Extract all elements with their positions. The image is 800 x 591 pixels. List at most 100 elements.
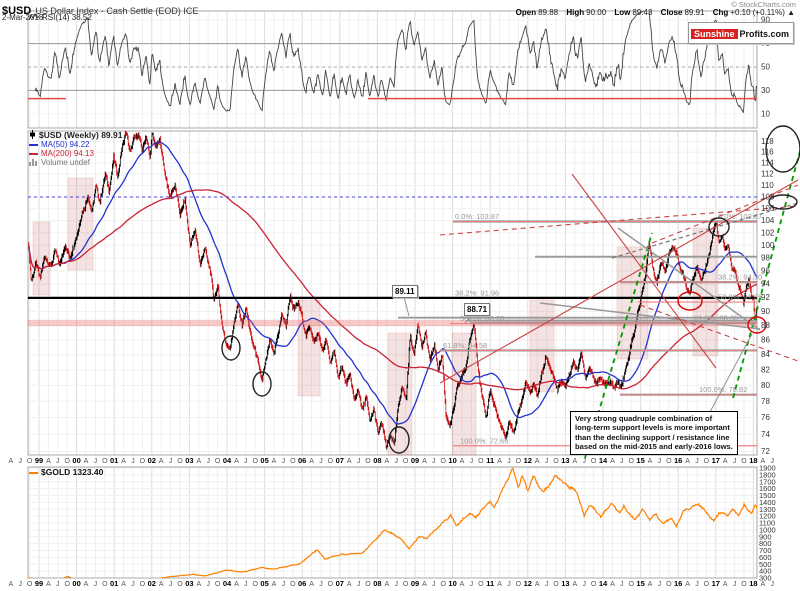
svg-text:102: 102: [761, 228, 775, 237]
svg-text:J: J: [695, 581, 699, 588]
ma50-legend: MA(50) 94.22: [29, 140, 89, 149]
svg-text:J: J: [56, 458, 60, 465]
svg-text:17: 17: [712, 579, 720, 588]
svg-text:O: O: [704, 458, 710, 465]
svg-text:99: 99: [35, 579, 43, 588]
svg-text:J: J: [56, 581, 60, 588]
svg-text:J: J: [94, 458, 98, 465]
svg-text:05: 05: [260, 579, 268, 588]
svg-text:J: J: [695, 458, 699, 465]
svg-text:J: J: [770, 581, 774, 588]
svg-text:10: 10: [761, 109, 770, 118]
volume-icon: [29, 158, 38, 168]
ma200-line-icon: [29, 153, 38, 155]
svg-text:A: A: [460, 458, 465, 465]
svg-text:O: O: [478, 581, 484, 588]
price-legend-label: $USD (Weekly) 89.91: [39, 130, 122, 140]
price-callout-88-71: 88.71: [464, 303, 490, 316]
svg-text:96: 96: [761, 266, 770, 275]
svg-text:O: O: [516, 458, 522, 465]
svg-text:J: J: [432, 581, 436, 588]
svg-text:14: 14: [599, 579, 608, 588]
svg-text:J: J: [169, 581, 173, 588]
svg-text:14: 14: [599, 456, 608, 465]
svg-text:A: A: [196, 581, 201, 588]
svg-text:J: J: [582, 458, 586, 465]
svg-text:A: A: [760, 458, 765, 465]
svg-text:O: O: [478, 458, 484, 465]
sunshine-profits-logo[interactable]: SunshineProfits.com: [688, 22, 794, 44]
svg-text:17: 17: [712, 456, 720, 465]
svg-text:A: A: [460, 581, 465, 588]
svg-text:O: O: [27, 581, 33, 588]
svg-text:02: 02: [148, 456, 156, 465]
svg-text:J: J: [658, 581, 662, 588]
svg-text:J: J: [131, 458, 135, 465]
svg-text:O: O: [553, 581, 559, 588]
close-value: 89.91: [684, 8, 704, 17]
svg-text:07: 07: [336, 456, 344, 465]
svg-text:O: O: [704, 581, 710, 588]
svg-text:A: A: [272, 458, 277, 465]
svg-text:J: J: [94, 581, 98, 588]
svg-text:A: A: [384, 581, 389, 588]
svg-text:08: 08: [373, 456, 381, 465]
svg-text:A: A: [497, 458, 502, 465]
svg-text:A: A: [46, 581, 51, 588]
svg-text:112: 112: [761, 170, 774, 179]
svg-text:30: 30: [761, 86, 770, 95]
svg-text:A: A: [685, 581, 690, 588]
svg-text:J: J: [733, 458, 737, 465]
svg-text:O: O: [177, 458, 183, 465]
svg-text:O: O: [102, 581, 108, 588]
svg-text:J: J: [470, 458, 474, 465]
svg-text:A: A: [234, 458, 239, 465]
svg-text:09: 09: [411, 456, 419, 465]
svg-text:O: O: [440, 458, 446, 465]
svg-text:O: O: [290, 581, 296, 588]
svg-text:18: 18: [749, 579, 757, 588]
svg-text:A: A: [309, 581, 314, 588]
svg-text:01: 01: [110, 456, 118, 465]
svg-text:06: 06: [298, 579, 306, 588]
svg-text:16: 16: [674, 456, 682, 465]
svg-text:O: O: [177, 581, 183, 588]
svg-text:15: 15: [636, 456, 644, 465]
svg-text:15: 15: [636, 579, 644, 588]
svg-text:A: A: [234, 581, 239, 588]
svg-text:114: 114: [761, 159, 774, 168]
svg-text:O: O: [440, 581, 446, 588]
svg-text:A: A: [84, 581, 89, 588]
ma50-legend-label: MA(50) 94.22: [41, 140, 89, 149]
svg-text:O: O: [628, 458, 634, 465]
svg-text:80: 80: [761, 381, 770, 390]
svg-text:02: 02: [148, 579, 156, 588]
svg-text:118: 118: [761, 137, 774, 146]
svg-text:78: 78: [761, 397, 770, 406]
svg-text:O: O: [215, 458, 221, 465]
svg-text:A: A: [572, 581, 577, 588]
svg-text:A: A: [347, 458, 352, 465]
svg-text:10: 10: [448, 579, 456, 588]
svg-text:A: A: [347, 581, 352, 588]
low-value: 89.43: [632, 8, 652, 17]
svg-text:50.0%: 91.35: 50.0%: 91.35: [718, 293, 762, 302]
svg-text:O: O: [516, 581, 522, 588]
close-label: Close: [661, 8, 683, 17]
svg-text:A: A: [723, 458, 728, 465]
svg-text:110: 110: [761, 181, 774, 190]
low-label: Low: [614, 8, 630, 17]
svg-text:O: O: [215, 581, 221, 588]
svg-text:99: 99: [35, 456, 43, 465]
chart-page: 0.0%: 103.8738.2%: 91.9650.0%: 88.2861.8…: [0, 0, 800, 591]
ma200-legend: MA(200) 94.13: [29, 149, 94, 158]
svg-text:O: O: [741, 458, 747, 465]
svg-text:116: 116: [761, 148, 774, 157]
svg-text:O: O: [403, 458, 409, 465]
svg-text:J: J: [394, 458, 398, 465]
svg-text:J: J: [507, 581, 511, 588]
volume-legend: Volume undef: [29, 158, 90, 168]
annotation-line: Very strong quadruple combination of: [575, 414, 733, 423]
svg-text:A: A: [535, 458, 540, 465]
svg-text:09: 09: [411, 579, 419, 588]
